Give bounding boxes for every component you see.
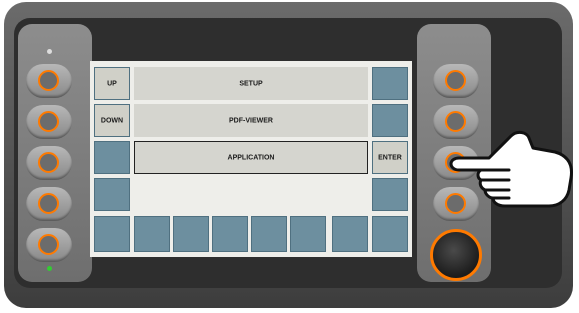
softkey-up-label: UP: [107, 80, 117, 87]
key-ring-icon: [38, 70, 59, 91]
softkey-enter[interactable]: ENTER: [372, 141, 408, 174]
key-ring-icon: [38, 234, 59, 255]
key-ring-icon: [38, 152, 59, 173]
display-screen: UP DOWN SETUP PDF-VIEWER APPLICATION ENT…: [90, 61, 412, 257]
softkey-up[interactable]: UP: [94, 67, 130, 100]
menu-empty-row: [134, 178, 368, 211]
softkey-bottom-7[interactable]: [332, 216, 368, 252]
softkey-bottom-8[interactable]: [372, 216, 408, 252]
menu-item-application[interactable]: APPLICATION: [134, 141, 368, 174]
softkey-left-4[interactable]: [94, 178, 130, 211]
menu-item-pdf-viewer[interactable]: PDF-VIEWER: [134, 104, 368, 137]
softkey-bottom-4[interactable]: [212, 216, 248, 252]
right-key-1[interactable]: [433, 64, 479, 98]
softkey-bottom-5[interactable]: [251, 216, 287, 252]
softkey-right-4[interactable]: [372, 178, 408, 211]
softkey-right-1[interactable]: [372, 67, 408, 100]
softkey-right-2[interactable]: [372, 104, 408, 137]
menu-item-label: SETUP: [239, 80, 263, 87]
left-key-4[interactable]: [26, 187, 72, 221]
pointing-hand-icon: [449, 130, 573, 208]
softkey-down-label: DOWN: [100, 117, 124, 124]
left-key-3[interactable]: [26, 146, 72, 180]
softkey-bottom-3[interactable]: [173, 216, 209, 252]
key-ring-icon: [38, 193, 59, 214]
softkey-bottom-1[interactable]: [94, 216, 130, 252]
status-led-bottom: [47, 266, 52, 271]
key-ring-icon: [38, 111, 59, 132]
softkey-enter-label: ENTER: [378, 154, 402, 161]
left-key-1[interactable]: [26, 64, 72, 98]
status-led-top: [47, 49, 52, 54]
left-key-5[interactable]: [26, 228, 72, 262]
key-ring-icon: [445, 70, 466, 91]
menu-item-label: PDF-VIEWER: [229, 117, 273, 124]
softkey-down[interactable]: DOWN: [94, 104, 130, 137]
softkey-bottom-2[interactable]: [134, 216, 170, 252]
softkey-left-3[interactable]: [94, 141, 130, 174]
left-key-2[interactable]: [26, 105, 72, 139]
rotary-knob[interactable]: [430, 229, 482, 281]
softkey-bottom-6[interactable]: [290, 216, 326, 252]
menu-item-label: APPLICATION: [227, 154, 275, 161]
menu-item-setup[interactable]: SETUP: [134, 67, 368, 100]
